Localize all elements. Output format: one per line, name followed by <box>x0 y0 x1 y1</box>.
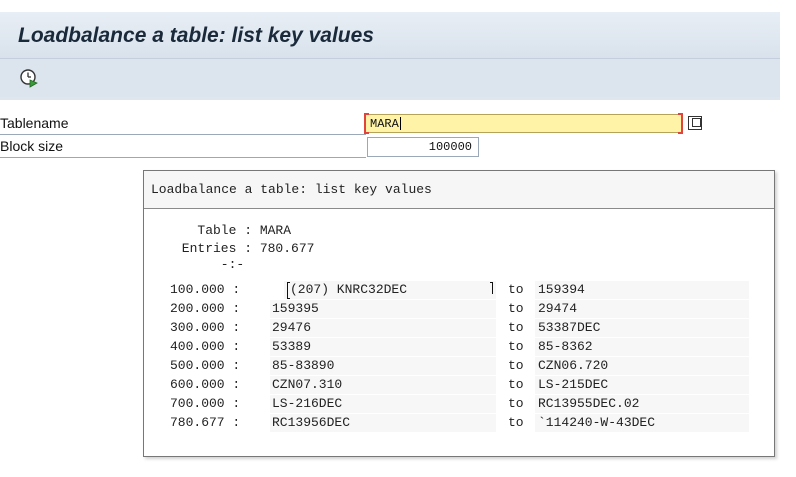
from-value: CZN07.310 <box>272 377 343 392</box>
to-label: to <box>508 396 524 411</box>
label-divider <box>0 157 366 158</box>
result-popup: Loadbalance a table: list key values Tab… <box>143 170 775 457</box>
blocksize-label: Block size <box>0 138 64 154</box>
from-value: 159395 <box>272 301 319 316</box>
required-marker <box>364 113 369 134</box>
row-count: 700.000 : <box>170 396 241 411</box>
cursor-marker <box>490 282 493 294</box>
to-value: 85-8362 <box>538 339 593 354</box>
row-count: 500.000 : <box>170 358 241 373</box>
popup-title: Loadbalance a table: list key values <box>144 171 774 209</box>
from-value: 85-83890 <box>272 358 335 373</box>
separator-line: -:- <box>174 257 245 272</box>
required-marker <box>678 113 683 134</box>
to-label: to <box>508 358 524 373</box>
row-count: 100.000 : <box>170 282 241 297</box>
from-value: (207) KNRC32DEC <box>290 282 408 297</box>
row-count: 600.000 : <box>170 377 241 392</box>
from-value: RC13956DEC <box>272 415 351 430</box>
tablename-input[interactable]: MARA <box>365 114 682 133</box>
to-value: 159394 <box>538 282 585 297</box>
to-value: RC13955DEC.02 <box>538 396 640 411</box>
to-label: to <box>508 415 524 430</box>
tablename-label: Tablename <box>0 115 69 131</box>
to-label: to <box>508 339 524 354</box>
entries-line: Entries : 780.677 <box>174 241 315 256</box>
to-label: to <box>508 282 524 297</box>
to-label: to <box>508 320 524 335</box>
label-divider <box>0 134 366 135</box>
text-cursor <box>399 117 401 131</box>
title-bar: Loadbalance a table: list key values <box>0 12 780 59</box>
page-title: Loadbalance a table: list key values <box>18 24 374 47</box>
row-count: 400.000 : <box>170 339 241 354</box>
to-label: to <box>508 301 524 316</box>
row-count: 300.000 : <box>170 320 241 335</box>
toolbar <box>0 59 780 97</box>
value-help-icon[interactable] <box>688 116 702 130</box>
from-value: LS-216DEC <box>272 396 343 411</box>
execute-clock-icon[interactable] <box>18 67 40 89</box>
blocksize-input[interactable]: 100000 <box>367 137 479 157</box>
table-line: Table : MARA <box>174 223 292 238</box>
to-value: LS-215DEC <box>538 377 609 392</box>
to-value: CZN06.720 <box>538 358 609 373</box>
to-value: 29474 <box>538 301 578 316</box>
to-value: 53387DEC <box>538 320 601 335</box>
from-value: 53389 <box>272 339 312 354</box>
tablename-value: MARA <box>370 117 399 131</box>
to-value: `114240-W-43DEC <box>538 415 656 430</box>
from-value: 29476 <box>272 320 312 335</box>
row-count: 200.000 : <box>170 301 241 316</box>
to-label: to <box>508 377 524 392</box>
row-count: 780.677 : <box>170 415 241 430</box>
